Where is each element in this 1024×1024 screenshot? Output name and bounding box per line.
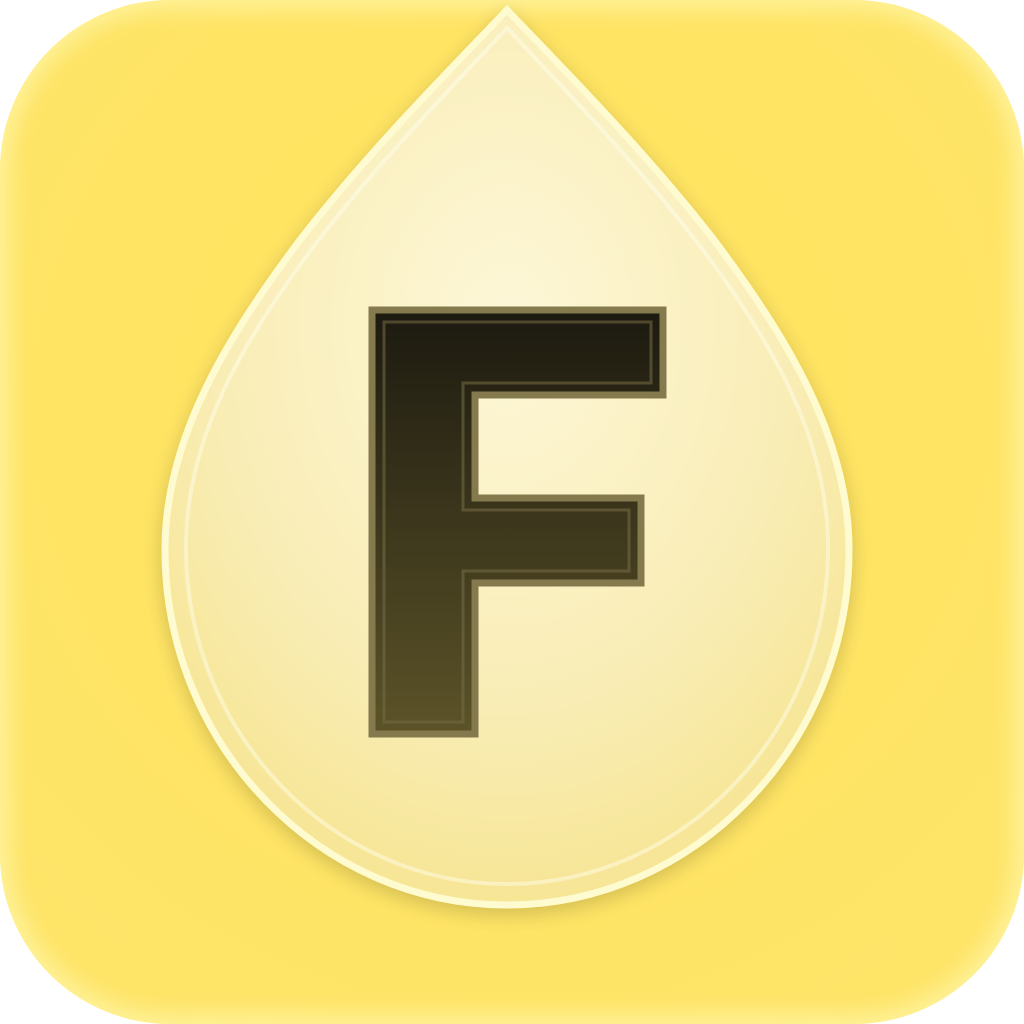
droplet-icon: [161, 4, 853, 909]
app-icon: [0, 0, 1024, 1024]
